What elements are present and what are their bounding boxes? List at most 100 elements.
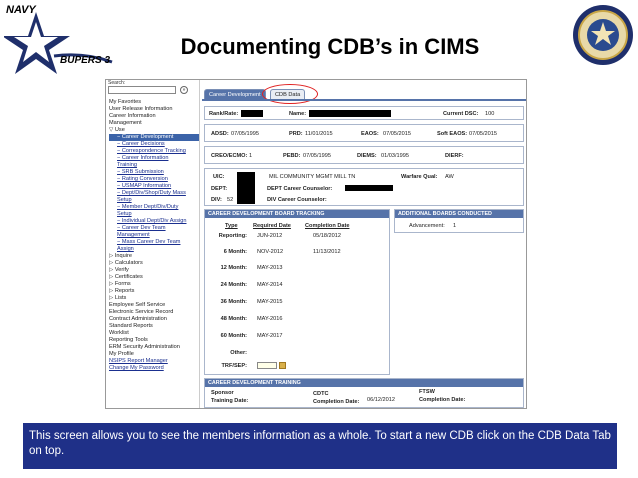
nav-item[interactable]: Worklist	[109, 330, 199, 337]
nav-item[interactable]: Management	[109, 232, 199, 239]
nav-item[interactable]: Setup	[109, 197, 199, 204]
nav-item[interactable]: − Career Dev Team	[109, 225, 199, 232]
sponsor-label: Sponsor	[211, 390, 234, 396]
diems-value: 01/03/1995	[381, 153, 409, 159]
nav-item[interactable]: ▷ Forms	[109, 281, 199, 288]
pebd-value: 07/05/1995	[303, 153, 331, 159]
cdb-row-type: Other:	[230, 350, 247, 356]
cdb-training-box: CAREER DEVELOPMENT TRAINING Sponsor Trai…	[204, 378, 524, 408]
nav-item[interactable]: ERM Security Administration	[109, 344, 199, 351]
nav-item[interactable]: Management	[109, 120, 199, 127]
cdb-row-required: MAY-2016	[257, 316, 283, 322]
nav-item[interactable]: ▷ Verify	[109, 267, 199, 274]
cdb-row-type: 48 Month:	[220, 316, 247, 322]
pebd-label: PEBD:	[283, 153, 301, 159]
nav-item[interactable]: My Profile	[109, 351, 199, 358]
nav-item[interactable]: − Correspondence Tracking	[109, 148, 199, 155]
nav-item[interactable]: ▷ Certificates	[109, 274, 199, 281]
nav-item[interactable]: ▽ Use	[109, 127, 199, 134]
cdb-row-required: MAY-2015	[257, 299, 283, 305]
trf-sep-date-input[interactable]	[257, 362, 277, 369]
nav-item[interactable]: NSIPS Report Manager	[109, 358, 199, 365]
col-completion: Completion Date	[305, 223, 350, 229]
rank-redacted	[241, 110, 263, 117]
nav-item[interactable]: Career Information	[109, 113, 199, 120]
nav-item[interactable]: − USMAP Information	[109, 183, 199, 190]
cdb-row-required: JUN-2012	[257, 233, 283, 239]
adsd-value: 07/05/1995	[231, 131, 259, 137]
cdb-row-type: Reporting:	[218, 233, 247, 239]
nav-item[interactable]: ▷ Reports	[109, 288, 199, 295]
nav-item[interactable]: Assign	[109, 246, 199, 253]
nav-item[interactable]: − Rating Conversion	[109, 176, 199, 183]
nav-item[interactable]: − Career Decisions	[109, 141, 199, 148]
cdb-row-type: 60 Month:	[220, 333, 247, 339]
assignment-box: UIC: MIL COMMUNITY MGMT MILL TN Warfare …	[204, 168, 524, 206]
warfare-value: AW	[445, 174, 454, 180]
eaos-value: 07/05/2015	[383, 131, 411, 137]
nav-item[interactable]: Contract Administration	[109, 316, 199, 323]
uic-redacted	[237, 172, 255, 204]
uic-label: UIC:	[213, 174, 225, 180]
nav-item[interactable]: User Release Information	[109, 106, 199, 113]
nav-item[interactable]: My Favorites	[109, 99, 199, 106]
go-button[interactable]: »	[180, 86, 188, 94]
tab-career-development[interactable]: Career Development	[204, 89, 266, 99]
dates-box-2: CREO/ECMO: 1 PEBD: 07/05/1995 DIEMS: 01/…	[204, 146, 524, 164]
prd-label: PRD:	[289, 131, 303, 137]
nav-item[interactable]: ▷ Calculators	[109, 260, 199, 267]
nav-item[interactable]: − Career Development	[109, 134, 199, 141]
nav-item[interactable]: ▷ Inquire	[109, 253, 199, 260]
tab-underline	[202, 99, 526, 101]
nav-item[interactable]: ▷ Lists	[109, 295, 199, 302]
nav-item[interactable]: − Mass Career Dev Team	[109, 239, 199, 246]
nav-item[interactable]: Employee Self Service	[109, 302, 199, 309]
cdb-row-type: 36 Month:	[220, 299, 247, 305]
nav-item[interactable]: Reporting Tools	[109, 337, 199, 344]
nav-item[interactable]: Change My Password	[109, 365, 199, 372]
dept-label: DEPT:	[211, 186, 228, 192]
col-required: Required Date	[253, 223, 291, 229]
uic-value: MIL COMMUNITY MGMT MILL TN	[269, 174, 356, 180]
cdb-row-completion: 05/18/2012	[313, 233, 341, 239]
name-redacted	[309, 110, 391, 117]
additional-boards-header: ADDITIONAL BOARDS CONDUCTED	[395, 210, 523, 218]
calendar-icon[interactable]	[279, 362, 286, 369]
dates-box-1: ADSD: 07/05/1995 PRD: 11/01/2015 EAOS: 0…	[204, 124, 524, 142]
slide-title: Documenting CDB’s in CIMS	[180, 34, 480, 59]
nav-item[interactable]: Electronic Service Record	[109, 309, 199, 316]
nav-list: My Favorites User Release Information Care…	[109, 99, 199, 372]
cdtc-date-value: 06/12/2012	[367, 397, 395, 403]
nav-item[interactable]: − Individual Dept/Div Assign	[109, 218, 199, 225]
soft-eaos-label: Soft EAOS:	[437, 131, 468, 137]
dierf-label: DIERF:	[445, 153, 464, 159]
warfare-label: Warfare Qual:	[401, 174, 438, 180]
nav-item[interactable]: − SRB Submission	[109, 169, 199, 176]
search-input[interactable]	[108, 86, 176, 94]
dept-counselor-label: DEPT Career Counselor:	[267, 186, 333, 192]
cdb-row-type: TRF/SEP:	[221, 363, 247, 369]
nav-item[interactable]: Standard Reports	[109, 323, 199, 330]
nav-item[interactable]: − Member Dept/Div/Duty	[109, 204, 199, 211]
additional-boards-box: ADDITIONAL BOARDS CONDUCTED Advancement:…	[394, 209, 524, 233]
cdb-row-type: 24 Month:	[220, 282, 247, 288]
rank-label: Rank/Rate:	[209, 111, 239, 117]
cdb-row-required: NOV-2012	[257, 249, 284, 255]
eaos-label: EAOS:	[361, 131, 379, 137]
prd-value: 11/01/2015	[305, 131, 333, 137]
sponsor-date-label: Training Date:	[211, 398, 249, 404]
nav-item[interactable]: − Career Information	[109, 155, 199, 162]
cdtc-label: CDTC	[313, 391, 329, 397]
cdtc-date-label: Completion Date:	[313, 399, 360, 405]
nav-item[interactable]: − Dept/Div/Shop/Duty Mass	[109, 190, 199, 197]
dsc-value: 100	[485, 111, 495, 117]
cdb-row-required: MAY-2017	[257, 333, 283, 339]
diems-label: DIEMS:	[357, 153, 377, 159]
cdb-row-required: MAY-2014	[257, 282, 283, 288]
nav-item[interactable]: Setup	[109, 211, 199, 218]
navy-seal-icon	[573, 5, 633, 65]
nav-item[interactable]: Training	[109, 162, 199, 169]
advancement-label: Advancement:	[409, 223, 445, 229]
dept-counselor-redacted	[345, 185, 393, 191]
creo-value: 1	[249, 153, 253, 159]
